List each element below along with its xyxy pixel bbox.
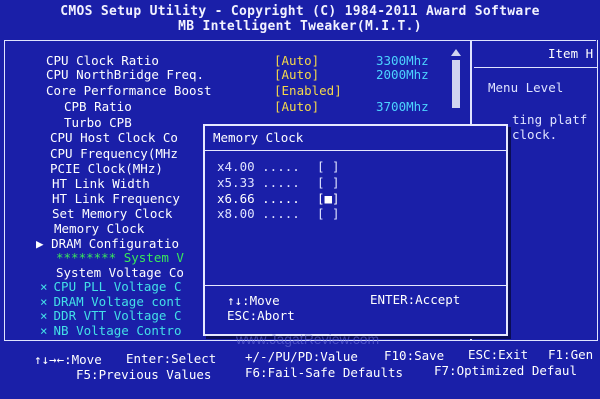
setting-core-boost[interactable]: Core Performance Boost [Enabled] xyxy=(46,83,342,98)
setting-cpu-pll-voltage: × CPU PLL Voltage C xyxy=(40,280,181,294)
setting-nb-freq[interactable]: CPU NorthBridge Freq. [Auto] 2000Mhz xyxy=(46,67,429,82)
key-general-help: F1:Gen xyxy=(548,347,594,362)
x-mark-icon: × xyxy=(40,294,48,309)
setting-dram-config[interactable]: ▶ DRAM Configuratio xyxy=(36,237,179,251)
key-select: Enter:Select xyxy=(126,351,217,366)
setting-label: CPB Ratio xyxy=(64,99,132,114)
option-x8[interactable]: x8.00 ..... [ ] xyxy=(217,206,340,221)
key-fail-safe: F6:Fail-Safe Defaults xyxy=(245,365,404,380)
option-checkbox[interactable]: [ ] xyxy=(317,160,340,174)
setting-label: NB Voltage Contro xyxy=(53,323,182,338)
setting-pcie-clock[interactable]: PCIE Clock(MHz) xyxy=(50,162,163,176)
setting-turbo-cpb[interactable]: Turbo CPB xyxy=(64,116,132,130)
section-system-voltage: ******** System V xyxy=(56,251,184,265)
title-line-1: CMOS Setup Utility - Copyright (C) 1984-… xyxy=(60,4,540,19)
key-save: F10:Save xyxy=(384,348,445,363)
setting-label: System Voltage Co xyxy=(56,265,184,280)
option-x4[interactable]: x4.00 ..... [ ] xyxy=(217,159,340,174)
help-text: ting platf clock. xyxy=(512,112,587,142)
setting-nb-voltage: × NB Voltage Contro xyxy=(40,324,181,338)
option-label: x4.00 ..... xyxy=(217,159,300,174)
setting-label: CPU Frequency(MHz xyxy=(50,146,178,161)
setting-label: CPU PLL Voltage C xyxy=(53,279,182,294)
option-checkbox[interactable]: [ ] xyxy=(317,176,340,190)
help-title: Item H xyxy=(548,46,594,61)
setting-label: CPU Host Clock Co xyxy=(50,130,178,145)
dialog-move-hint: ↑↓:Move xyxy=(227,293,280,308)
setting-memory-clock[interactable]: Memory Clock xyxy=(54,222,144,236)
setting-label: DRAM Voltage cont xyxy=(53,294,182,309)
x-mark-icon: × xyxy=(40,308,48,323)
setting-label: Memory Clock xyxy=(54,221,145,236)
option-checkbox[interactable]: [ ] xyxy=(317,207,340,221)
setting-freq: 2000Mhz xyxy=(376,67,429,82)
help-menu-level: Menu Level xyxy=(488,80,564,95)
dialog-title: Memory Clock xyxy=(213,130,304,145)
setting-ht-width[interactable]: HT Link Width xyxy=(52,177,150,191)
setting-label: PCIE Clock(MHz) xyxy=(50,161,163,176)
x-mark-icon: × xyxy=(40,279,48,294)
setting-label: Turbo CPB xyxy=(64,115,132,130)
help-text-line-2: clock. xyxy=(512,127,558,142)
setting-label: Set Memory Clock xyxy=(52,206,173,221)
option-checkbox-selected[interactable]: [■] xyxy=(317,192,340,206)
x-mark-icon: × xyxy=(40,323,48,338)
setting-host-clock[interactable]: CPU Host Clock Co xyxy=(50,131,178,145)
setting-system-voltage-control[interactable]: System Voltage Co xyxy=(56,266,184,280)
setting-freq: 3700Mhz xyxy=(376,99,429,114)
setting-value[interactable]: [Auto] xyxy=(274,68,319,82)
option-x6-66[interactable]: x6.66 ..... [■] xyxy=(217,191,340,206)
setting-label: DRAM Configuratio xyxy=(51,236,179,251)
title-line-2: MB Intelligent Tweaker(M.I.T.) xyxy=(178,19,422,34)
setting-ddr-vtt-voltage: × DDR VTT Voltage C xyxy=(40,309,181,323)
dialog-enter-hint: ENTER:Accept xyxy=(370,292,461,307)
key-legend: ↑↓→←:Move Enter:Select +/-/PU/PD:Value F… xyxy=(0,344,600,399)
setting-label: DDR VTT Voltage C xyxy=(53,308,182,323)
scroll-up-icon[interactable] xyxy=(451,49,461,56)
section-label: ******** System V xyxy=(56,250,184,265)
setting-set-mem-clock[interactable]: Set Memory Clock xyxy=(52,207,172,221)
key-move: ↑↓→←:Move xyxy=(34,352,102,367)
panel-top-border xyxy=(4,40,596,41)
option-label: x8.00 ..... xyxy=(217,206,300,221)
help-text-line-1: ting platf xyxy=(512,112,588,127)
option-label: x5.33 ..... xyxy=(217,175,300,190)
setting-cpu-clock-ratio[interactable]: CPU Clock Ratio [Auto] 3300Mhz xyxy=(46,53,429,68)
setting-cpb-ratio[interactable]: CPB Ratio [Auto] 3700Mhz xyxy=(64,99,429,114)
option-label: x6.66 ..... xyxy=(217,191,300,206)
setting-cpu-freq[interactable]: CPU Frequency(MHz xyxy=(50,147,178,161)
setting-label: Core Performance Boost xyxy=(46,83,212,98)
submenu-arrow-icon: ▶ xyxy=(36,236,52,251)
setting-label: HT Link Width xyxy=(52,176,150,191)
setting-label: CPU Clock Ratio xyxy=(46,53,159,68)
setting-value[interactable]: [Enabled] xyxy=(274,84,342,98)
setting-value[interactable]: [Auto] xyxy=(274,100,319,114)
dialog-divider-bottom xyxy=(205,285,506,286)
scrollbar-thumb[interactable] xyxy=(452,60,460,108)
setting-label: HT Link Frequency xyxy=(52,191,180,206)
key-exit: ESC:Exit xyxy=(468,347,529,362)
setting-dram-voltage: × DRAM Voltage cont xyxy=(40,295,181,309)
key-previous-values: F5:Previous Values xyxy=(76,367,212,382)
dialog-esc-hint: ESC:Abort xyxy=(227,308,295,323)
setting-ht-freq[interactable]: HT Link Frequency xyxy=(52,192,180,206)
window-title: CMOS Setup Utility - Copyright (C) 1984-… xyxy=(0,4,600,34)
dialog-divider xyxy=(205,150,506,151)
setting-freq: 3300Mhz xyxy=(376,53,429,68)
key-optimized: F7:Optimized Defaul xyxy=(434,363,577,378)
memory-clock-dialog: Memory Clock x4.00 ..... [ ] x5.33 .....… xyxy=(203,124,508,336)
setting-label: CPU NorthBridge Freq. xyxy=(46,67,205,82)
option-x5-33[interactable]: x5.33 ..... [ ] xyxy=(217,175,340,190)
key-value: +/-/PU/PD:Value xyxy=(245,349,358,364)
setting-value[interactable]: [Auto] xyxy=(274,54,319,68)
help-divider xyxy=(474,67,598,68)
